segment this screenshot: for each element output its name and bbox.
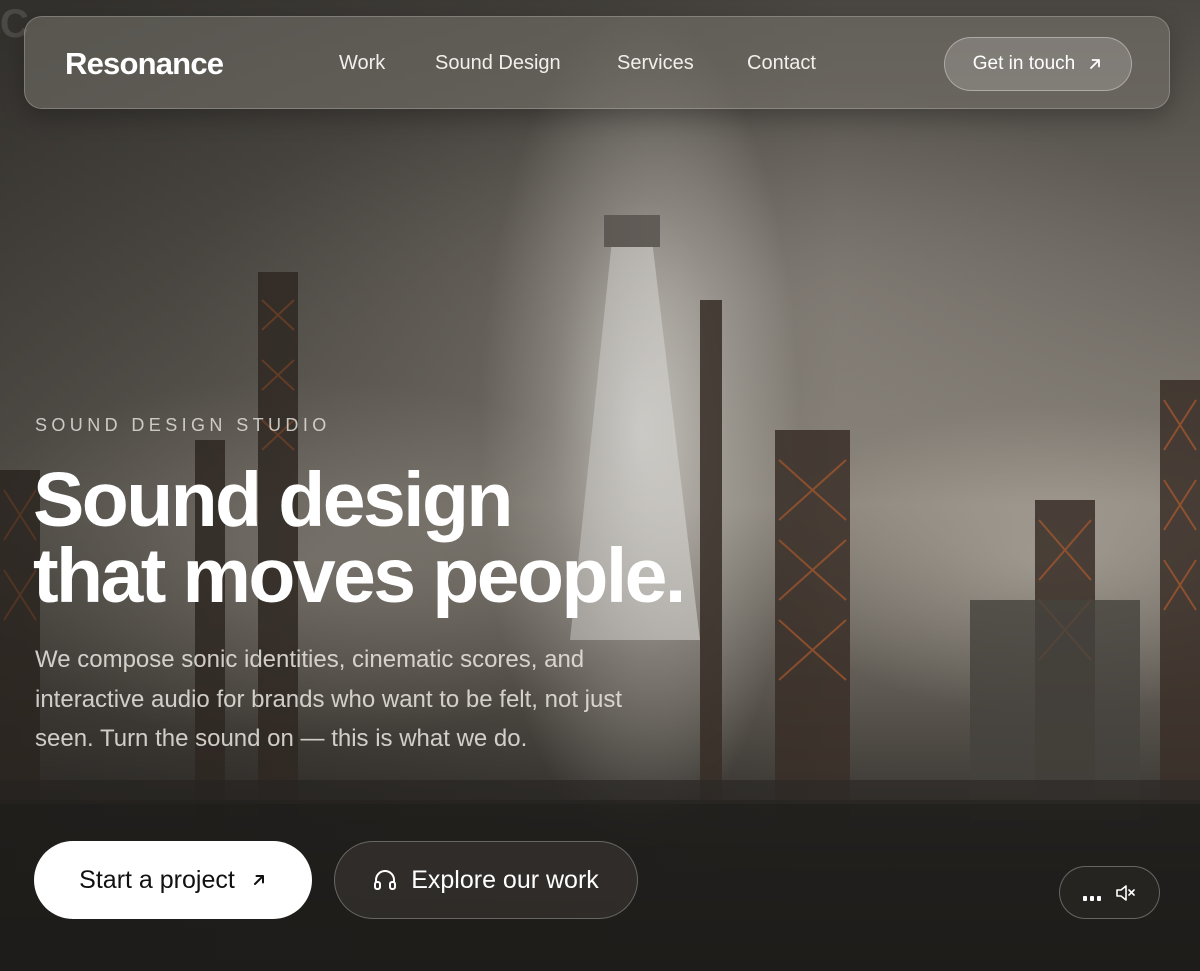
nav-link-services[interactable]: Services <box>617 52 694 75</box>
nav-link-contact[interactable]: Contact <box>747 52 816 75</box>
get-in-touch-label: Get in touch <box>972 53 1076 74</box>
explore-work-label: Explore our work <box>411 865 599 894</box>
nav-link-work[interactable]: Work <box>339 52 385 75</box>
hero-headline-line-1: Sound design <box>33 457 513 543</box>
get-in-touch-button[interactable]: Get in touch <box>944 37 1132 91</box>
start-project-label: Start a project <box>79 865 235 894</box>
hero-headline-line-2: that moves people. <box>33 533 686 619</box>
headphones-icon <box>373 869 397 891</box>
top-navigation-bar: Resonance Work Sound Design Services Con… <box>24 16 1170 109</box>
nav-link-sound-design[interactable]: Sound Design <box>435 52 561 75</box>
start-project-button[interactable]: Start a project <box>34 841 312 919</box>
brand-logo[interactable]: Resonance <box>65 46 224 82</box>
equalizer-icon <box>1082 891 1101 901</box>
sound-toggle-button[interactable] <box>1059 866 1160 919</box>
hero-headline: Sound design that moves people. <box>33 457 686 619</box>
arrow-up-right-icon <box>1087 56 1103 72</box>
explore-work-button[interactable]: Explore our work <box>334 841 638 919</box>
arrow-up-right-icon <box>251 872 267 888</box>
hero-eyebrow: SOUND DESIGN STUDIO <box>35 415 331 435</box>
speaker-muted-icon <box>1115 884 1137 902</box>
hero-description: We compose sonic identities, cinematic s… <box>35 646 623 752</box>
